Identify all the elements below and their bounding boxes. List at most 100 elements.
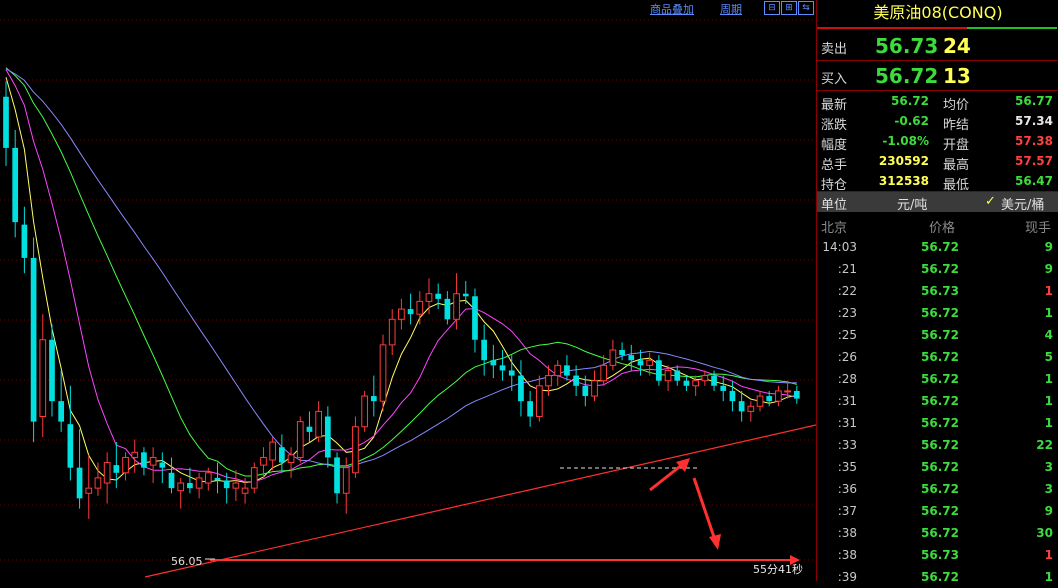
candle-body — [472, 296, 478, 340]
candle-body — [67, 424, 74, 468]
candle-body — [187, 483, 193, 489]
candle-body — [527, 401, 533, 417]
unit-bar: 单位 元/吨 ✓ 美元/桶 — [817, 192, 1058, 213]
low-price-label: 56.05 — [171, 555, 203, 568]
scroll-button[interactable]: ⇆ — [798, 1, 814, 15]
quote-panel: 美原油08(CONQ) 卖出 56.73 24 买入 56.72 13 最新 56… — [816, 0, 1058, 584]
candle-body — [85, 487, 93, 494]
trade-row[interactable]: :22 56.73 1 — [817, 280, 1058, 302]
trade-price: 56.72 — [921, 504, 959, 518]
trade-time: :31 — [837, 416, 857, 430]
candle-body — [747, 405, 755, 412]
annotations — [144, 424, 816, 578]
trade-volume: 5 — [1044, 350, 1053, 364]
stat-label: 总手 — [821, 158, 848, 173]
candle-body — [564, 365, 570, 376]
trade-time: :35 — [837, 460, 857, 474]
stat-value: 57.34 — [1015, 114, 1053, 128]
trade-volume: 3 — [1044, 460, 1053, 474]
trade-volume: 9 — [1044, 504, 1053, 518]
candle-body — [269, 441, 277, 461]
stat-label: 开盘 — [943, 138, 970, 153]
candle-body — [600, 364, 608, 382]
candle-body — [49, 339, 55, 402]
candle-body — [168, 472, 175, 489]
sell-label: 卖出 — [821, 42, 848, 57]
overlay-link[interactable]: 商品叠加 — [650, 1, 694, 17]
trade-time: :22 — [837, 284, 857, 298]
zoom-out-button[interactable]: ⊞ — [781, 1, 797, 15]
trade-time: :21 — [837, 262, 857, 276]
trade-row[interactable]: :23 56.72 1 — [817, 302, 1058, 324]
candle-body — [416, 300, 424, 315]
arrow-head — [676, 458, 690, 472]
candle-body — [545, 375, 552, 387]
candle-body — [21, 224, 28, 258]
down-arrow — [692, 477, 717, 541]
unit-option-yuan[interactable]: 元/吨 — [897, 194, 927, 213]
candle-body — [683, 380, 690, 386]
check-icon: ✓ — [985, 194, 996, 209]
trade-volume: 1 — [1044, 548, 1053, 562]
candlestick-chart[interactable]: 56.05 55分41秒 — [0, 0, 816, 581]
candle-body — [664, 369, 672, 382]
ma-line — [5, 68, 797, 468]
candle-body — [573, 375, 579, 386]
trade-row[interactable]: :35 56.72 3 — [817, 456, 1058, 478]
title-underline-red — [817, 27, 967, 29]
trade-price: 56.72 — [921, 526, 959, 540]
trade-price: 56.72 — [921, 394, 959, 408]
candle-body — [94, 477, 102, 489]
trade-volume: 4 — [1044, 328, 1053, 342]
stat-label: 最新 — [821, 98, 848, 113]
trade-row[interactable]: :28 56.72 1 — [817, 368, 1058, 390]
trade-row[interactable]: :26 56.72 5 — [817, 346, 1058, 368]
buy-row[interactable]: 买入 56.72 13 — [817, 62, 1058, 90]
candle-body — [204, 472, 212, 484]
trade-volume: 1 — [1044, 570, 1053, 584]
candle-body — [30, 257, 37, 422]
candle-body — [407, 309, 414, 315]
candle-body — [398, 308, 405, 320]
candle-body — [499, 365, 506, 371]
candle-body — [388, 318, 396, 346]
trade-row[interactable]: :38 56.73 1 — [817, 544, 1058, 566]
trade-time: :28 — [837, 372, 857, 386]
trade-row[interactable]: 14:03 56.72 9 — [817, 236, 1058, 258]
candle-body — [76, 467, 83, 499]
trade-row[interactable]: :38 56.72 30 — [817, 522, 1058, 544]
sell-volume: 24 — [943, 34, 971, 58]
period-link[interactable]: 周期 — [720, 1, 742, 17]
trade-time: :23 — [837, 306, 857, 320]
trade-volume: 30 — [1036, 526, 1053, 540]
trade-row[interactable]: :33 56.72 22 — [817, 434, 1058, 456]
candle-body — [637, 360, 644, 366]
trade-row[interactable]: :37 56.72 9 — [817, 500, 1058, 522]
zoom-in-button[interactable]: ⊟ — [764, 1, 780, 15]
stat-row: 涨跌 -0.62 昨结 57.34 — [817, 112, 1058, 133]
trade-row[interactable]: :36 56.72 3 — [817, 478, 1058, 500]
stat-row: 持仓 312538 最低 56.47 — [817, 172, 1058, 193]
trade-volume: 1 — [1044, 306, 1053, 320]
trade-row[interactable]: :39 56.72 1 — [817, 566, 1058, 588]
buy-price: 56.72 — [875, 64, 939, 88]
candle-body — [306, 426, 313, 432]
sell-row[interactable]: 卖出 56.73 24 — [817, 32, 1058, 60]
candles — [3, 81, 800, 519]
candle-body — [315, 410, 322, 438]
stat-value: -1.08% — [882, 134, 929, 148]
trade-volume: 22 — [1036, 438, 1053, 452]
moving-average-lines — [5, 67, 797, 484]
trade-row[interactable]: :31 56.72 1 — [817, 390, 1058, 412]
trade-row[interactable]: :21 56.72 9 — [817, 258, 1058, 280]
trade-row[interactable]: :25 56.72 4 — [817, 324, 1058, 346]
candle-body — [701, 375, 709, 382]
candle-body — [379, 344, 387, 402]
trade-price: 56.72 — [921, 350, 959, 364]
trade-row[interactable]: :31 56.72 1 — [817, 412, 1058, 434]
stat-value: 312538 — [878, 174, 929, 188]
trend-line — [144, 424, 816, 578]
stat-row: 总手 230592 最高 57.57 — [817, 152, 1058, 173]
unit-option-usd[interactable]: 美元/桶 — [1001, 194, 1044, 213]
trade-price: 56.73 — [921, 284, 959, 298]
